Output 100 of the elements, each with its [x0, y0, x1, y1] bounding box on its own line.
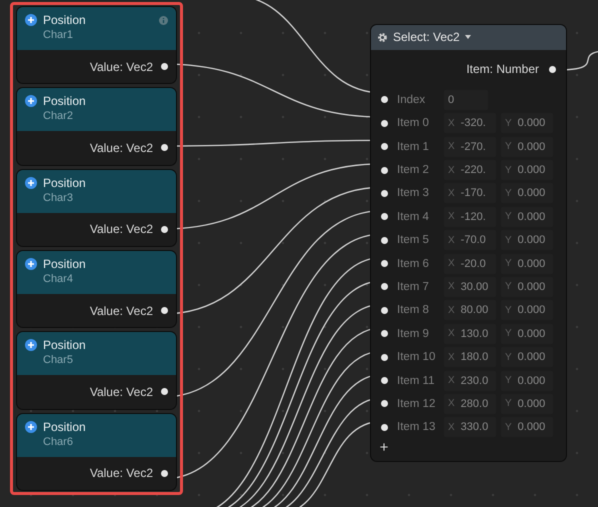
position-node[interactable]: Position Char6 Value: Vec2: [16, 412, 177, 491]
input-label: Index: [397, 94, 426, 106]
x-field[interactable]: X 280.0: [444, 394, 496, 414]
y-field[interactable]: Y 0.000: [501, 160, 553, 180]
input-label: Item 9: [397, 328, 430, 340]
x-field[interactable]: X -320.: [444, 113, 496, 134]
position-node[interactable]: Position Char1 Value: Vec2: [16, 6, 177, 84]
x-field[interactable]: X -120.: [444, 206, 496, 227]
node-title: Position: [43, 13, 87, 27]
input-port[interactable]: [381, 190, 388, 197]
node-subtitle: Char1: [43, 29, 74, 41]
input-port[interactable]: [381, 330, 388, 338]
output-label: Value: Vec2: [90, 466, 153, 480]
caret-icon[interactable]: [464, 35, 471, 40]
input-label: Item 6: [397, 258, 430, 270]
y-field[interactable]: Y 0.000: [501, 370, 553, 391]
y-field[interactable]: Y 0.000: [501, 347, 553, 368]
input-port[interactable]: [381, 260, 388, 268]
position-node[interactable]: Position Char3 Value: Vec2: [16, 168, 177, 247]
y-field[interactable]: Y 0.000: [501, 417, 553, 438]
x-field[interactable]: X -170.: [444, 183, 496, 204]
node-title: Select: Vec2: [393, 30, 460, 44]
output-label: Value: Vec2: [90, 140, 153, 155]
node-title: Position: [43, 420, 87, 434]
y-field[interactable]: Y 0.000: [501, 254, 553, 274]
input-label: Item 4: [397, 210, 430, 223]
x-field[interactable]: X -70.0: [444, 230, 496, 250]
y-field[interactable]: Y 0.000: [501, 300, 553, 320]
x-field[interactable]: X 330.0: [444, 417, 496, 438]
position-node[interactable]: Position Char4 Value: Vec2: [16, 250, 177, 328]
x-field[interactable]: X -220.: [444, 160, 496, 180]
output-label: Value: Vec2: [90, 384, 153, 399]
output-port[interactable]: [161, 388, 168, 396]
input-label: Item 3: [397, 187, 430, 200]
gear-icon: [377, 32, 388, 43]
input-label: Item 13: [397, 421, 436, 434]
input-port[interactable]: [381, 120, 388, 127]
y-field[interactable]: Y 0.000: [501, 276, 553, 297]
node-title: Position: [43, 256, 87, 271]
node-title: Position: [43, 338, 87, 352]
plus-circle-icon: [25, 14, 37, 26]
input-port[interactable]: [381, 166, 388, 174]
plus-circle-icon: [25, 176, 37, 189]
input-label: Item 0: [397, 117, 430, 130]
input-port[interactable]: [381, 236, 388, 244]
plus-circle-icon: [25, 420, 37, 433]
x-field[interactable]: X -20.0: [444, 254, 496, 274]
x-field[interactable]: X 30.00: [444, 276, 496, 297]
input-port[interactable]: [381, 96, 388, 104]
output-port[interactable]: [161, 307, 168, 314]
input-port[interactable]: [381, 354, 388, 361]
node-subtitle: Char6: [43, 436, 74, 448]
output-port[interactable]: [161, 63, 168, 70]
x-field[interactable]: X 230.0: [444, 370, 496, 391]
plus-circle-icon: [25, 258, 37, 270]
y-field[interactable]: Y 0.000: [501, 206, 553, 227]
select-node[interactable]: [370, 24, 567, 462]
node-title: Position: [43, 94, 87, 108]
node-subtitle: Char5: [43, 354, 74, 366]
input-label: Item 10: [397, 351, 436, 364]
y-field[interactable]: Y 0.000: [501, 113, 553, 134]
plus-circle-icon: [25, 95, 37, 108]
input-label: Item 1: [397, 140, 430, 153]
y-field[interactable]: Y 0.000: [501, 394, 553, 414]
output-port[interactable]: [549, 66, 556, 72]
position-node[interactable]: Position Char2 Value: Vec2: [16, 87, 177, 166]
input-port[interactable]: [381, 213, 388, 220]
x-field[interactable]: X 80.00: [444, 300, 496, 320]
x-field[interactable]: X 130.0: [444, 324, 496, 344]
y-field[interactable]: Y 0.000: [501, 324, 553, 344]
node-subtitle: Char3: [43, 192, 74, 204]
output-label: Value: Vec2: [90, 60, 153, 74]
input-label: Item 8: [397, 304, 430, 316]
y-field[interactable]: Y 0.000: [501, 183, 553, 204]
add-item-button[interactable]: +: [376, 439, 392, 457]
plus-circle-icon: [25, 339, 37, 352]
output-label: Value: Vec2: [90, 304, 153, 318]
output-label: Value: Vec2: [90, 222, 153, 236]
output-port[interactable]: [161, 144, 168, 152]
input-port[interactable]: [381, 283, 388, 290]
index-field[interactable]: 0: [444, 90, 488, 110]
input-port[interactable]: [381, 143, 388, 150]
input-port[interactable]: [381, 377, 388, 384]
input-port[interactable]: [381, 306, 388, 314]
input-label: Item 12: [397, 398, 436, 410]
input-label: Item 5: [397, 234, 430, 246]
node-subtitle: Char2: [43, 110, 74, 122]
input-label: Item 2: [397, 164, 430, 176]
input-port[interactable]: [381, 400, 388, 408]
input-port[interactable]: [381, 424, 388, 431]
output-port[interactable]: [161, 226, 168, 233]
node-title: Position: [43, 176, 87, 190]
y-field[interactable]: Y 0.000: [501, 136, 553, 157]
x-field[interactable]: X 180.0: [444, 347, 496, 368]
output-port[interactable]: [161, 470, 168, 477]
node-subtitle: Char4: [43, 272, 74, 285]
input-label: Item 7: [397, 280, 430, 293]
x-field[interactable]: X -270.: [444, 136, 496, 157]
position-node[interactable]: Position Char5 Value: Vec2: [16, 331, 177, 410]
y-field[interactable]: Y 0.000: [501, 230, 553, 250]
